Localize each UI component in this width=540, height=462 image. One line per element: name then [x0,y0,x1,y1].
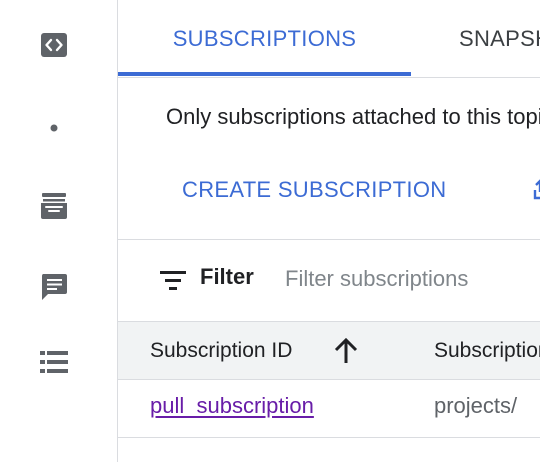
arrow-up-icon[interactable] [333,337,359,365]
table-header: Subscription ID Subscription name [118,321,540,380]
filter-label: Filter [200,264,254,289]
tab-snapshots[interactable]: SNAPSHOTS [459,0,540,76]
table-row: pull_subscription projects/ [118,379,540,438]
code-icon[interactable] [38,29,70,61]
inbox-icon[interactable] [38,190,70,222]
filter-input[interactable] [285,262,535,296]
divider [118,239,540,240]
pubsub-topic-page: SUBSCRIPTIONS SNAPSHOTS Only subscriptio… [0,0,540,462]
column-header-subscription-name[interactable]: Subscription name [434,322,540,379]
subscription-name-cell: projects/ [434,393,518,418]
subscription-id-link[interactable]: pull_subscription [150,393,314,419]
tab-subscriptions[interactable]: SUBSCRIPTIONS [118,0,411,76]
filter-icon[interactable] [158,268,188,292]
export-icon[interactable] [533,178,540,202]
dot-icon[interactable] [38,112,70,144]
tab-bar: SUBSCRIPTIONS SNAPSHOTS [118,0,540,78]
comment-icon[interactable] [38,270,70,302]
left-rail [0,0,118,462]
create-subscription-button[interactable]: CREATE SUBSCRIPTION [168,168,460,212]
info-text: Only subscriptions attached to this topi… [166,104,540,129]
column-header-subscription-id[interactable]: Subscription ID [150,322,292,379]
list-icon[interactable] [38,346,70,378]
